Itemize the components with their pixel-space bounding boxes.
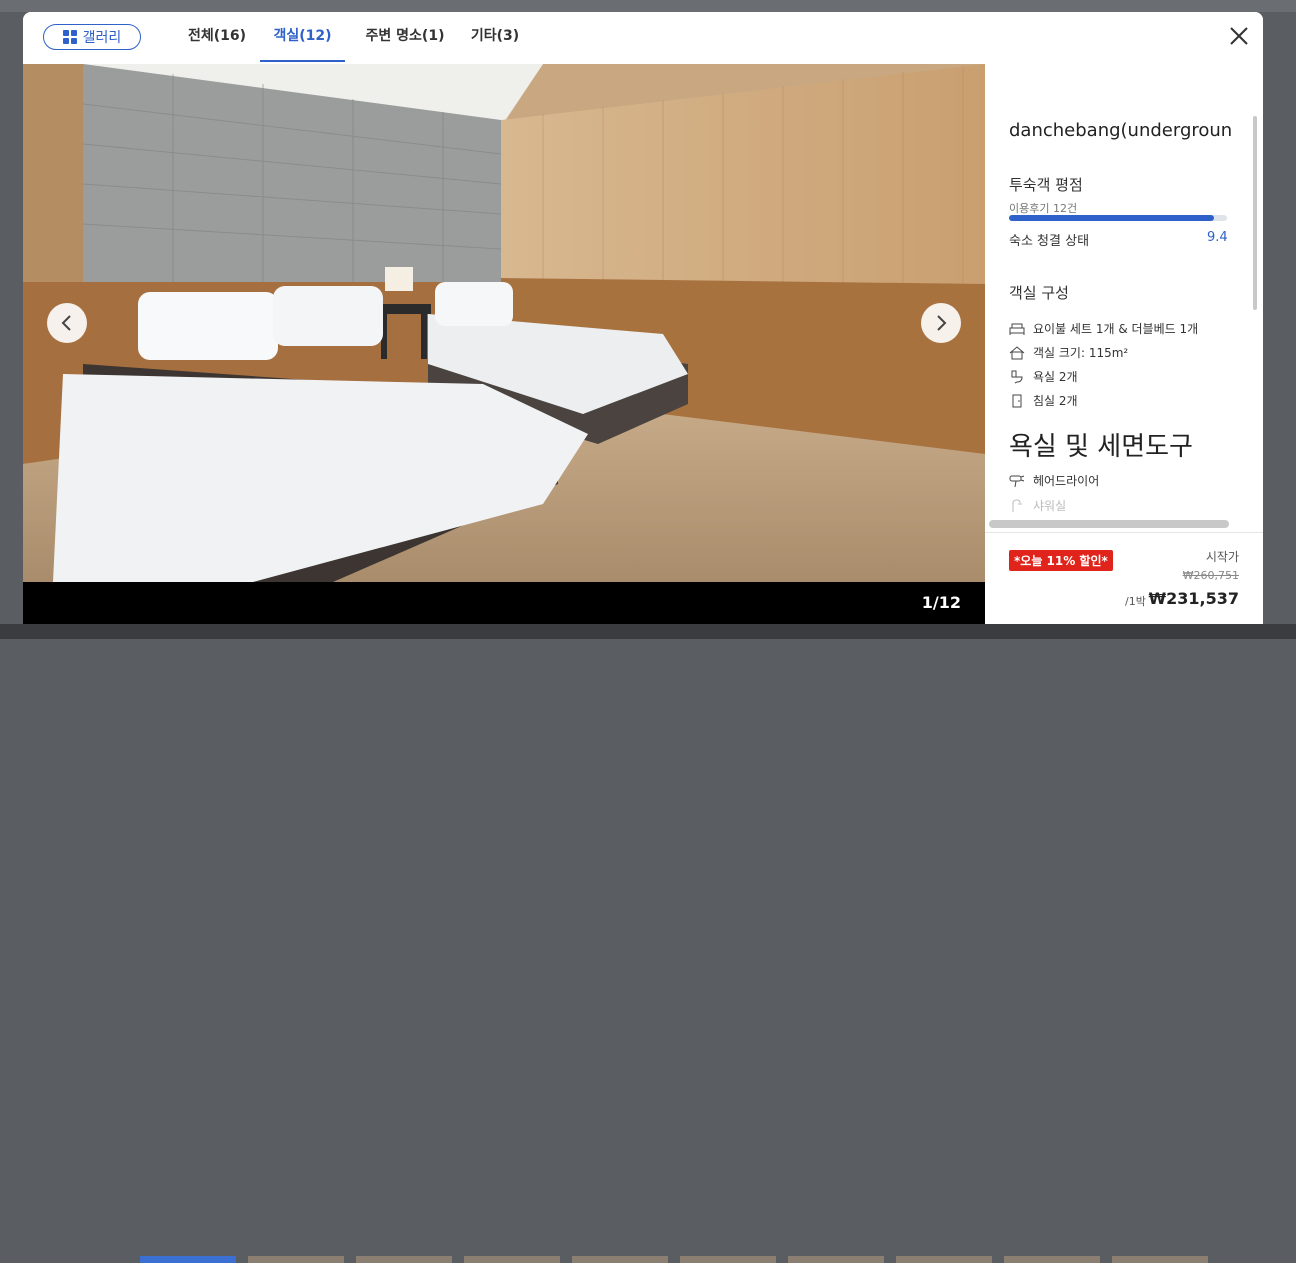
next-photo-button[interactable]: [921, 303, 961, 343]
start-price-label: 시작가: [1205, 550, 1239, 564]
shower-icon: [1012, 498, 1022, 512]
chevron-left-icon: [61, 315, 71, 331]
gallery-button[interactable]: 갤러리: [43, 24, 141, 50]
config-item-label: 침실 2개: [1033, 394, 1078, 408]
tab-nearby[interactable]: 주변 명소(1): [355, 12, 455, 60]
hair-dryer-icon: [1009, 475, 1025, 487]
background-thumbnail: [356, 1256, 452, 1263]
background-thumbnail: [572, 1256, 668, 1263]
horizontal-scrollbar[interactable]: [989, 520, 1229, 528]
rating-heading: 투숙객 평점: [1009, 176, 1083, 194]
vertical-scrollbar[interactable]: [1253, 116, 1257, 310]
toilet-icon: [1011, 370, 1023, 383]
close-button[interactable]: [1223, 22, 1255, 50]
cleanliness-score: 9.4: [1207, 230, 1228, 245]
background-thumbnail: [140, 1256, 236, 1263]
room-config-heading: 객실 구성: [1009, 284, 1069, 302]
config-item-size: 객실 크기: 115m²: [1009, 344, 1128, 361]
cleanliness-bar: [1009, 215, 1227, 221]
config-item-label: 객실 크기: 115m²: [1033, 346, 1129, 360]
background-thumbnail: [680, 1256, 776, 1263]
room-name: danchebang(undergroun: [1009, 120, 1233, 141]
config-item-label: 욕실 2개: [1033, 370, 1078, 384]
bath-item-shower: 샤워실: [1009, 497, 1066, 514]
review-count: 이용후기 12건: [1009, 202, 1078, 215]
bath-item-label: 헤어드라이어: [1033, 474, 1100, 488]
cleanliness-label: 숙소 청결 상태: [1009, 234, 1090, 249]
background-thumbnail: [464, 1256, 560, 1263]
gallery-button-label: 갤러리: [82, 30, 122, 46]
tab-rooms[interactable]: 객실(12): [260, 12, 345, 62]
background-thumbnail: [788, 1256, 884, 1263]
per-night-label: /1박: [1125, 595, 1146, 608]
config-item-bed: 요이불 세트 1개 & 더블베드 1개: [1009, 320, 1198, 337]
background-thumbnail: [896, 1256, 992, 1263]
bath-item-hair-dryer: 헤어드라이어: [1009, 472, 1099, 489]
room-details-scroll[interactable]: danchebang(undergroun 투숙객 평점 이용후기 12건 숙소…: [985, 64, 1263, 518]
room-details-panel: danchebang(undergroun 투숙객 평점 이용후기 12건 숙소…: [985, 64, 1263, 624]
room-photo: [23, 64, 985, 582]
background-thumbnail: [1004, 1256, 1100, 1263]
bath-heading: 욕실 및 세면도구: [1009, 432, 1193, 462]
discounted-price: ₩231,537: [1148, 589, 1239, 608]
gallery-header: 갤러리 전체(16) 객실(12) 주변 명소(1) 기타(3): [23, 12, 1263, 65]
photo-footer: 1/12: [23, 582, 985, 624]
background-thumbnail: [248, 1256, 344, 1263]
background-thumbnail-strip: [0, 624, 1296, 1263]
tab-all[interactable]: 전체(16): [183, 12, 251, 60]
config-item-bedroom: 침실 2개: [1009, 392, 1078, 409]
cleanliness-bar-fill: [1009, 215, 1214, 221]
bed-icon: [1009, 323, 1025, 335]
door-icon: [1012, 394, 1022, 407]
config-item-label: 요이불 세트 1개 & 더블베드 1개: [1033, 322, 1199, 336]
photo-counter: 1/12: [921, 593, 961, 612]
close-icon: [1230, 27, 1248, 45]
gallery-modal: 갤러리 전체(16) 객실(12) 주변 명소(1) 기타(3) 1/12 da…: [23, 12, 1263, 624]
discount-badge: *오늘 11% 할인*: [1009, 550, 1113, 571]
tab-other[interactable]: 기타(3): [464, 12, 526, 60]
background-thumbnail: [1112, 1256, 1208, 1263]
house-icon: [1009, 345, 1025, 359]
bath-item-label: 샤워실: [1033, 499, 1067, 513]
original-price: ₩260,751: [1182, 569, 1239, 582]
price-box: *오늘 11% 할인* 시작가 ₩260,751 /1박 ₩231,537: [985, 532, 1263, 624]
background-page: [0, 0, 1296, 12]
previous-photo-button[interactable]: [47, 303, 87, 343]
grid-icon: [62, 30, 77, 44]
room-photo-illustration: [23, 64, 985, 582]
chevron-right-icon: [937, 315, 947, 331]
config-item-bathroom: 욕실 2개: [1009, 368, 1078, 385]
